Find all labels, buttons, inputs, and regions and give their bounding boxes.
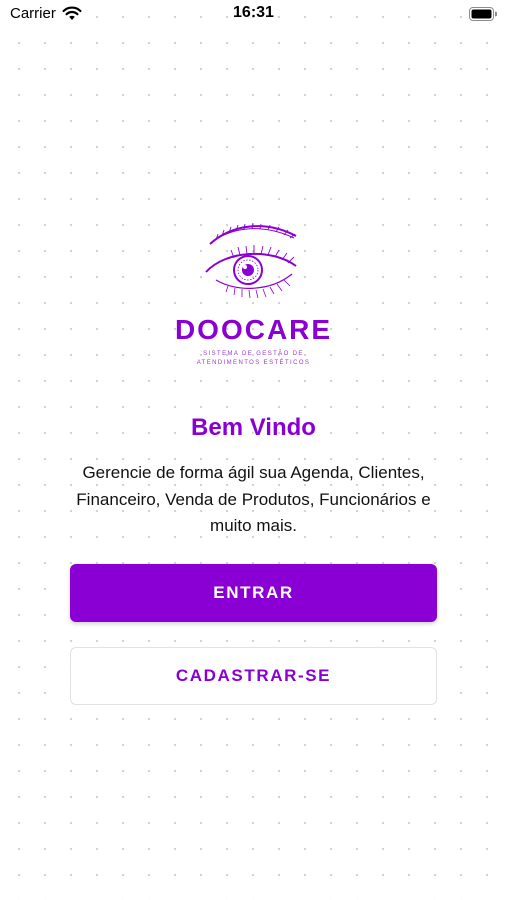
status-time: 16:31 — [233, 4, 274, 21]
status-bar: Carrier 16:31 — [0, 0, 507, 28]
welcome-title: Bem Vindo — [191, 414, 316, 441]
brand-name: DOOCARE — [174, 314, 333, 345]
signup-button[interactable]: CADASTRAR-SE — [70, 647, 437, 705]
eye-logo-icon — [204, 222, 297, 299]
brand-tagline: Sistema de Gestão de Atendimentos Estéti… — [196, 351, 311, 366]
login-button[interactable]: ENTRAR — [70, 564, 437, 622]
app-logo: DOOCARE Sistema de Gestão de Atendimento… — [0, 222, 507, 368]
battery-icon — [469, 7, 497, 21]
welcome-description: Gerencie de forma ágil sua Agenda, Clien… — [76, 463, 431, 535]
